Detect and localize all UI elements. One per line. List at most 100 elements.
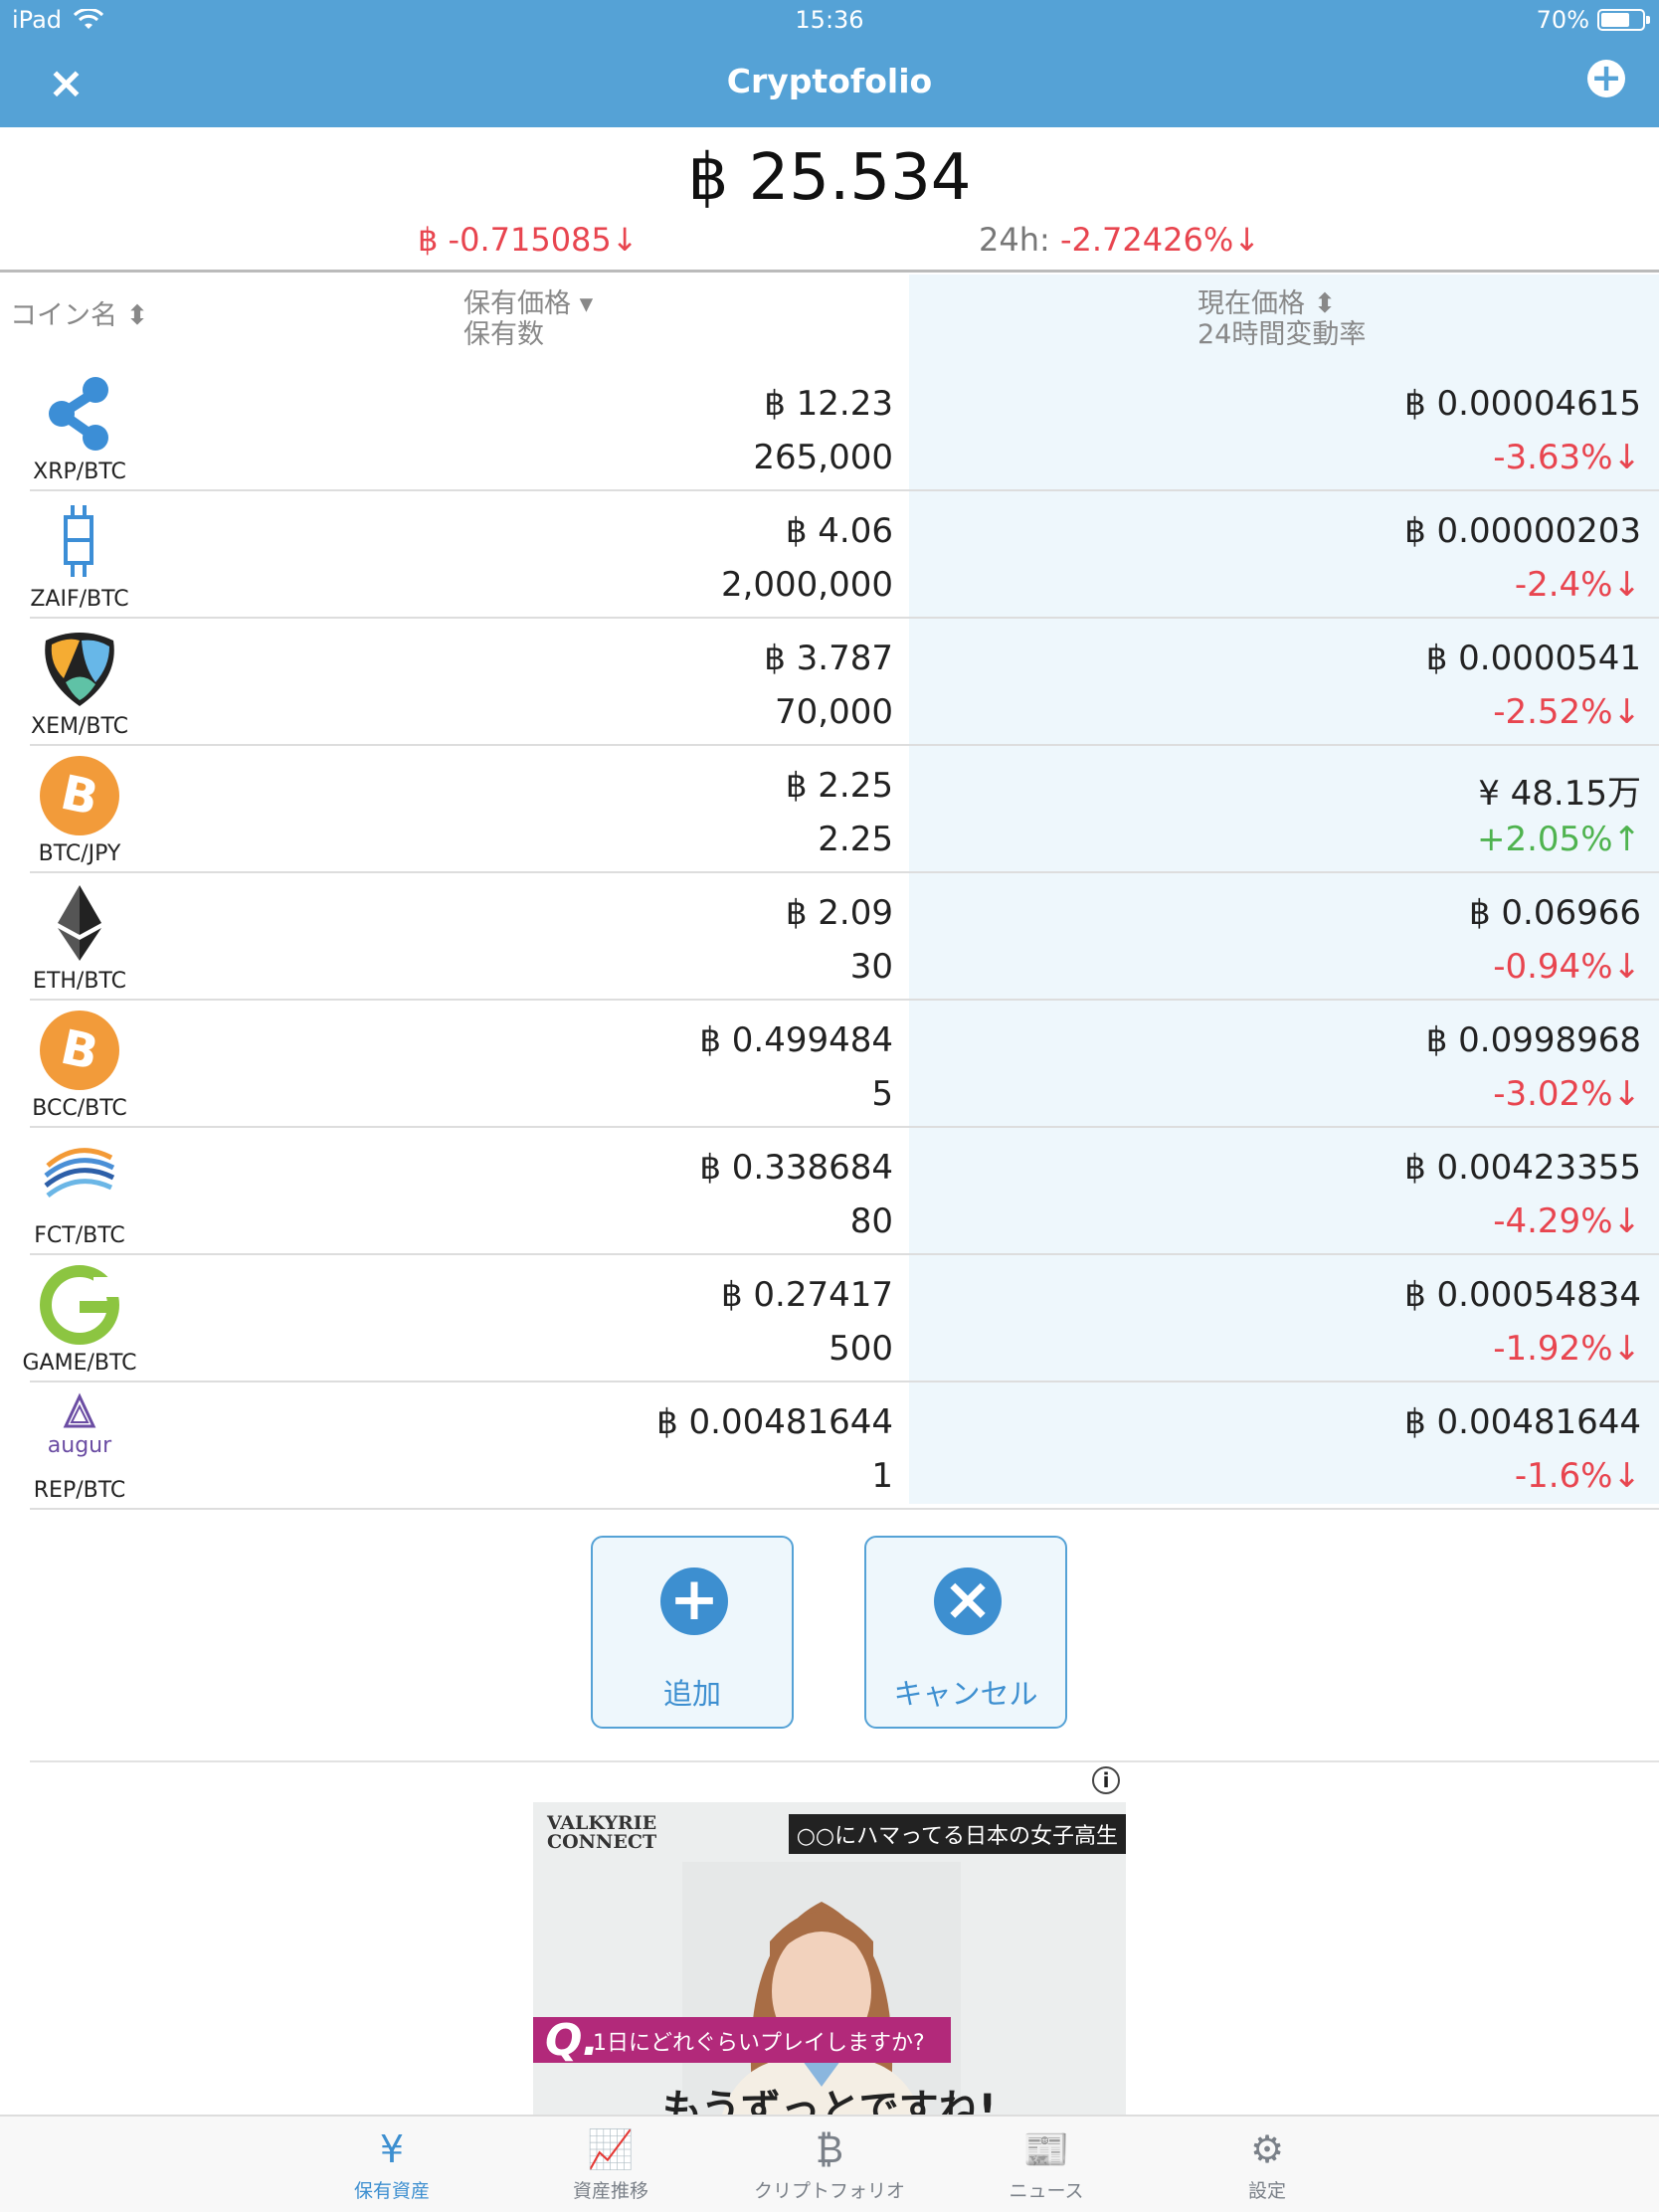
portfolio-summary: ฿ 25.534 ฿ -0.715085↓ 24h: -2.72426%↓ [0, 127, 1659, 273]
add-button-label: 追加 [662, 1677, 721, 1711]
current-price: ฿ 0.00423355 [1404, 1148, 1641, 1188]
page-title: Cryptofolio [726, 62, 933, 100]
down-arrow-icon: ↓ [1612, 692, 1642, 732]
current-price: ฿ 0.0998968 [1425, 1020, 1641, 1060]
coin-pair: REP/BTC [33, 1478, 126, 1503]
battery-icon [1597, 9, 1650, 31]
holding-quantity: 30 [849, 947, 893, 987]
down-arrow-icon: ↓ [611, 221, 639, 259]
change-24h-percent: -2.52%↓ [1493, 692, 1641, 732]
ad-banner[interactable]: i VALKYRIE CONNECT ○○にハマってる日本の女子高生 Q. 1日… [533, 1762, 1126, 2115]
ad-info-icon[interactable]: i [1092, 1766, 1120, 1794]
down-arrow-icon: ↓ [1612, 438, 1642, 477]
up-arrow-icon: ↑ [1612, 820, 1642, 859]
sort-current-price[interactable]: 現在価格 ⬍ 24時間変動率 [1198, 288, 1366, 350]
holding-value: ฿ 0.00481644 [656, 1402, 893, 1442]
cancel-button-label: キャンセル [893, 1677, 1038, 1711]
down-arrow-icon: ↓ [1612, 1074, 1642, 1114]
table-header: コイン名 ⬍ 保有価格 ▾ 保有数 現在価格 ⬍ 24時間変動率 [0, 275, 1659, 362]
coin-pair: FCT/BTC [34, 1223, 125, 1248]
ethereum-icon [38, 881, 121, 965]
current-price: ฿ 0.06966 [1468, 893, 1641, 933]
down-arrow-icon: ↓ [1612, 1329, 1642, 1369]
holding-qty-header: 保有数 [463, 319, 544, 350]
holding-value: ฿ 0.27417 [720, 1275, 893, 1315]
tab-label: クリプトフォリオ [753, 2180, 905, 2202]
holding-value: ฿ 0.338684 [699, 1148, 893, 1188]
tab-label: 資産推移 [572, 2180, 648, 2202]
tab-label: 設定 [1247, 2180, 1286, 2202]
tab-label: ニュース [1009, 2180, 1084, 2202]
holding-quantity: 1 [871, 1456, 893, 1496]
table-row[interactable]: B BCC/BTC ฿ 0.499484 5 ฿ 0.0998968 -3.02… [0, 1001, 1659, 1128]
tab-yen[interactable]: ¥ 保有資産 [292, 2126, 491, 2203]
portfolio-total: ฿ 25.534 [687, 141, 972, 215]
augur-icon: augur [38, 1390, 121, 1474]
down-arrow-icon: ↓ [1612, 565, 1642, 605]
change-24h-percent: -1.6%↓ [1514, 1456, 1641, 1496]
table-row[interactable]: augur REP/BTC ฿ 0.00481644 1 ฿ 0.0048164… [0, 1382, 1659, 1510]
change-value: ฿ -0.715085 [418, 221, 612, 259]
yen-icon: ¥ [379, 2127, 405, 2171]
holding-quantity: 5 [871, 1074, 893, 1114]
add-circle-button[interactable]: + [1587, 59, 1625, 97]
change-24h-header: 24時間変動率 [1198, 319, 1367, 350]
change-24h-percent: -0.94%↓ [1493, 947, 1641, 987]
x-icon: × [934, 1567, 1002, 1635]
current-price: ฿ 0.0000541 [1425, 639, 1641, 678]
holding-value: ฿ 4.06 [785, 511, 893, 551]
holding-quantity: 2.25 [818, 820, 893, 859]
coin-pair: ETH/BTC [33, 969, 126, 994]
holding-quantity: 80 [849, 1201, 893, 1241]
table-row[interactable]: ETH/BTC ฿ 2.09 30 ฿ 0.06966 -0.94%↓ [0, 873, 1659, 1001]
table-row[interactable]: B BTC/JPY ฿ 2.25 2.25 ¥ 48.15万 +2.05%↑ [0, 746, 1659, 873]
tab-newspaper[interactable]: 📰 ニュース [947, 2126, 1146, 2203]
coin-pair: ZAIF/BTC [30, 587, 129, 612]
holding-value: ฿ 2.25 [785, 766, 893, 806]
row-divider [30, 1508, 1659, 1510]
holding-quantity: 2,000,000 [720, 565, 893, 605]
holding-value: ฿ 0.499484 [699, 1020, 893, 1060]
table-row[interactable]: ZAIF/BTC ฿ 4.06 2,000,000 ฿ 0.00000203 -… [0, 491, 1659, 619]
chart-icon: 📈 [587, 2126, 635, 2171]
down-arrow-icon: ↓ [1612, 947, 1642, 987]
current-price-header: 現在価格 ⬍ [1198, 288, 1337, 319]
gamecredits-icon [38, 1263, 121, 1347]
change-24h-percent: +2.05%↑ [1477, 820, 1641, 859]
change-24h-percent: -4.29%↓ [1493, 1201, 1641, 1241]
tab-chart[interactable]: 📈 資産推移 [511, 2126, 710, 2203]
ad-question-bar: Q. 1日にどれぐらいプレイしますか? [533, 2015, 951, 2066]
coin-pair: XEM/BTC [31, 714, 128, 739]
table-row[interactable]: GAME/BTC ฿ 0.27417 500 ฿ 0.00054834 -1.9… [0, 1255, 1659, 1382]
current-price: ¥ 48.15万 [1478, 774, 1641, 814]
factom-icon [38, 1136, 121, 1219]
holding-price-header: 保有価格 ▾ [463, 288, 594, 319]
tab-gears[interactable]: ⚙ 設定 [1168, 2126, 1367, 2203]
table-row[interactable]: XRP/BTC ฿ 12.23 265,000 ฿ 0.00004615 -3.… [0, 364, 1659, 491]
table-row[interactable]: XEM/BTC ฿ 3.787 70,000 ฿ 0.0000541 -2.52… [0, 619, 1659, 746]
table-row[interactable]: FCT/BTC ฿ 0.338684 80 ฿ 0.00423355 -4.29… [0, 1128, 1659, 1255]
tab-bitcoin-outline[interactable]: ₿ クリプトフォリオ [730, 2126, 929, 2203]
change-24h-label: 24h: [979, 221, 1050, 259]
add-button[interactable]: + 追加 [591, 1536, 794, 1729]
change-24h-percent: -3.63%↓ [1493, 438, 1641, 477]
change-24h-value: -2.72426% [1059, 221, 1234, 259]
sort-holding-price[interactable]: 保有価格 ▾ 保有数 [463, 288, 593, 350]
gears-icon: ⚙ [1249, 2127, 1285, 2171]
bitcoin-cash-icon: B [38, 1009, 121, 1092]
change-24h-percent: -2.4%↓ [1514, 565, 1642, 605]
plus-icon: + [660, 1567, 728, 1635]
holding-quantity: 265,000 [753, 438, 893, 477]
coin-pair: GAME/BTC [22, 1351, 137, 1376]
sort-coin-name[interactable]: コイン名 ⬍ [10, 300, 148, 331]
current-price: ฿ 0.00004615 [1404, 384, 1641, 424]
holding-quantity: 500 [829, 1329, 893, 1369]
bitcoin-icon: B [38, 754, 121, 837]
coin-pair: XRP/BTC [33, 460, 126, 484]
coin-pair: BCC/BTC [32, 1096, 127, 1121]
tab-label: 保有資産 [353, 2180, 430, 2202]
current-price: ฿ 0.00054834 [1404, 1275, 1641, 1315]
status-time: 15:36 [795, 6, 864, 34]
bitcoin-outline-icon: ₿ [815, 2126, 844, 2171]
cancel-button[interactable]: × キャンセル [864, 1536, 1067, 1729]
